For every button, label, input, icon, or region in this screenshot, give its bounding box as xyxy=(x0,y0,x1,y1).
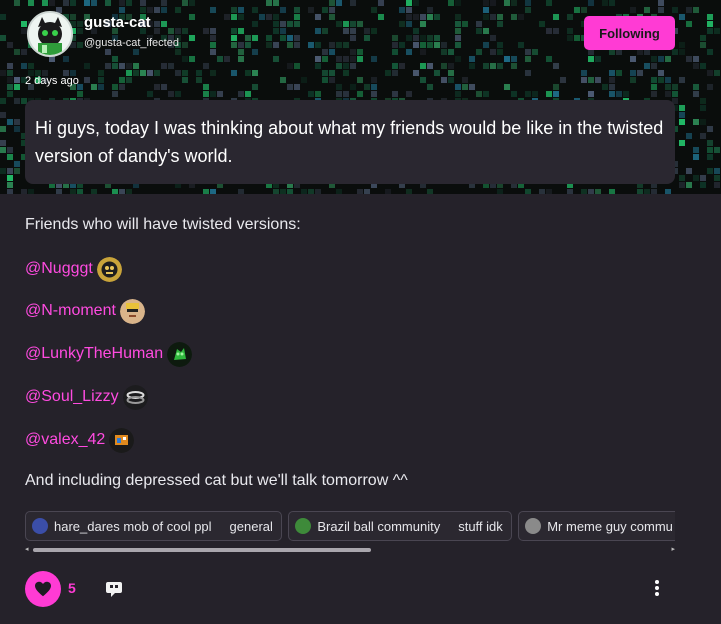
mention-link[interactable]: @N-moment xyxy=(25,302,116,320)
community-name: Mr meme guy commu xyxy=(547,518,673,534)
community-name: Brazil ball community xyxy=(317,518,441,534)
following-button[interactable]: Following xyxy=(584,16,675,50)
post-header: gusta-cat @gusta-cat_ifected Following 2… xyxy=(0,0,721,194)
mention-avatar[interactable] xyxy=(109,427,135,453)
more-options-button[interactable] xyxy=(649,579,665,602)
post-closing: And including depressed cat but we'll ta… xyxy=(25,472,408,489)
topic-name: general xyxy=(229,518,273,534)
community-icon xyxy=(295,518,312,534)
community-icon xyxy=(525,518,542,534)
mention-avatar[interactable] xyxy=(122,384,148,410)
like-button[interactable] xyxy=(25,571,61,607)
mention-avatar[interactable] xyxy=(167,341,193,367)
tags-scrollbar[interactable]: ◂ ▸ xyxy=(25,546,675,554)
mention-item: @Soul_Lizzy xyxy=(25,384,148,410)
mention-item: @Nugggt xyxy=(25,256,122,282)
mention-item: @N-moment xyxy=(25,298,145,324)
heart-icon xyxy=(35,581,51,597)
community-tags: hare_dares mob of cool ppl general Brazi… xyxy=(25,511,675,541)
author-username[interactable]: gusta-cat xyxy=(84,14,151,31)
like-count: 5 xyxy=(68,580,76,596)
community-tag[interactable]: Mr meme guy commu xyxy=(518,511,675,541)
author-avatar[interactable] xyxy=(27,11,73,57)
community-tag[interactable]: hare_dares mob of cool ppl general xyxy=(25,511,282,541)
mention-item: @valex_42 xyxy=(25,427,135,453)
post-timestamp: 2 days ago xyxy=(25,75,79,87)
cat-avatar-icon xyxy=(29,13,71,55)
comment-button[interactable] xyxy=(105,580,123,603)
post-title: Hi guys, today I was thinking about what… xyxy=(25,100,675,184)
community-name: hare_dares mob of cool ppl xyxy=(54,518,212,534)
scrollbar-thumb[interactable] xyxy=(33,548,371,552)
community-icon xyxy=(32,518,48,534)
topic-name: stuff idk xyxy=(458,518,503,534)
scroll-right-icon[interactable]: ▸ xyxy=(671,546,675,554)
post-intro: Friends who will have twisted versions: xyxy=(25,216,301,233)
more-vertical-icon xyxy=(655,580,659,596)
mention-link[interactable]: @valex_42 xyxy=(25,431,105,449)
mention-link[interactable]: @LunkyTheHuman xyxy=(25,345,163,363)
comment-icon xyxy=(106,582,122,597)
mention-link[interactable]: @Soul_Lizzy xyxy=(25,388,119,406)
mention-avatar[interactable] xyxy=(96,256,122,282)
mention-avatar[interactable] xyxy=(119,298,145,324)
scroll-left-icon[interactable]: ◂ xyxy=(25,546,29,554)
author-handle: @gusta-cat_ifected xyxy=(84,37,179,49)
mention-link[interactable]: @Nugggt xyxy=(25,260,93,278)
mention-item: @LunkyTheHuman xyxy=(25,341,193,367)
community-tag[interactable]: Brazil ball community stuff idk xyxy=(288,511,512,541)
